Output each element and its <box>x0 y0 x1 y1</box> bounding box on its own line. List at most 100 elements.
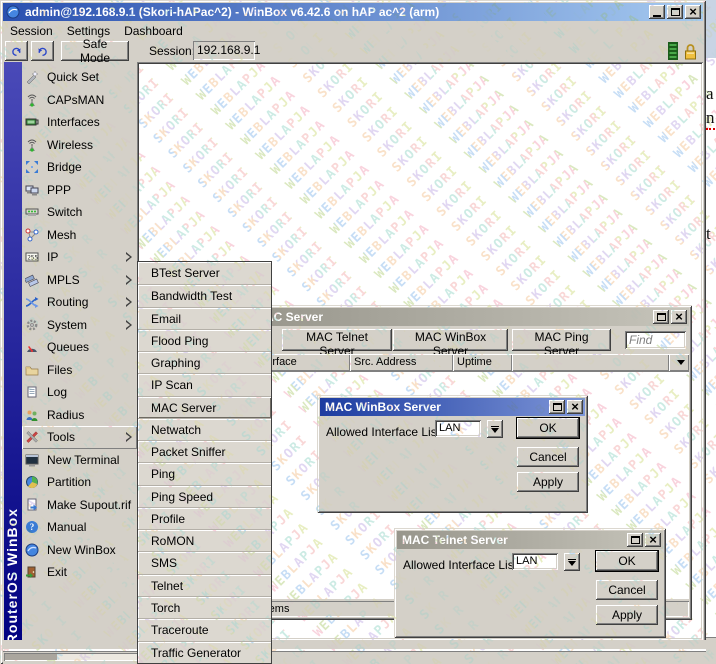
submenu-item-telnet[interactable]: Telnet <box>138 574 271 596</box>
submenu-item-ip-scan[interactable]: IP Scan <box>138 373 271 395</box>
submenu-item-graphing[interactable]: Graphing <box>138 351 271 373</box>
sidebar-item-ppp[interactable]: PPP <box>22 179 137 202</box>
sidebar-item-bridge[interactable]: Bridge <box>22 156 137 179</box>
cancel-button[interactable]: Cancel <box>517 447 579 467</box>
submenu-item-torch[interactable]: Torch <box>138 596 271 618</box>
allowed-interface-list-label: Allowed Interface List: <box>403 558 520 572</box>
winbox-icon <box>25 543 39 557</box>
files-icon <box>25 363 39 377</box>
submenu-item-bandwidth-test[interactable]: Bandwidth Test <box>138 284 271 306</box>
sidebar-item-switch[interactable]: Switch <box>22 201 137 224</box>
background-window-strip: a n t <box>706 0 716 664</box>
close-button[interactable]: × <box>645 533 661 547</box>
column-header-uptime[interactable]: Uptime <box>453 354 512 371</box>
mac-server-titlebar[interactable]: MAC Server × <box>250 308 689 326</box>
session-field[interactable]: 192.168.9.1 <box>193 41 255 60</box>
column-select-dropdown[interactable] <box>669 354 689 371</box>
allowed-interface-list-value[interactable]: LAN <box>512 553 558 570</box>
close-button[interactable]: × <box>567 400 583 414</box>
cancel-button[interactable]: Cancel <box>596 580 658 600</box>
ok-button[interactable]: OK <box>517 418 579 438</box>
submenu-item-romon[interactable]: RoMON <box>138 529 271 551</box>
submenu-item-sms[interactable]: SMS <box>138 551 271 573</box>
sidebar-item-label: Switch <box>47 205 82 219</box>
sidebar-item-wireless[interactable]: Wireless <box>22 134 137 157</box>
minimize-button[interactable] <box>649 5 665 19</box>
submenu-item-ping-speed[interactable]: Ping Speed <box>138 485 271 507</box>
sidebar-item-make-supout-rif[interactable]: Make Supout.rif <box>22 494 137 517</box>
sidebar-item-system[interactable]: System <box>22 314 137 337</box>
submenu-item-flood-ping[interactable]: Flood Ping <box>138 329 271 351</box>
safe-mode-button[interactable]: Safe Mode <box>61 41 129 61</box>
sidebar-item-routing[interactable]: Routing <box>22 291 137 314</box>
mpls-icon <box>25 273 39 287</box>
dialog-titlebar[interactable]: MAC Telnet Server × <box>397 531 663 549</box>
allowed-interface-list-dropdown[interactable] <box>564 553 580 571</box>
sidebar-item-quick-set[interactable]: Quick Set <box>22 66 137 89</box>
column-header-src-address[interactable]: Src. Address <box>350 354 453 371</box>
sidebar-item-tools[interactable]: Tools <box>22 426 137 449</box>
submenu-item-mac-server[interactable]: MAC Server <box>138 396 271 418</box>
sidebar-item-new-winbox[interactable]: New WinBox <box>22 539 137 562</box>
system-icon <box>25 318 39 332</box>
sidebar-item-label: Tools <box>47 430 75 444</box>
sidebar-item-label: Exit <box>47 565 67 579</box>
sidebar-horizontal-scrollbar[interactable] <box>4 653 138 661</box>
maximize-button[interactable] <box>667 5 683 19</box>
sidebar-item-mesh[interactable]: Mesh <box>22 224 137 247</box>
mac-winbox-server-button[interactable]: MAC WinBox Server <box>393 329 508 351</box>
dialog-titlebar[interactable]: MAC WinBox Server × <box>320 398 585 416</box>
menu-dashboard[interactable]: Dashboard <box>117 21 190 40</box>
tools-icon <box>25 430 39 444</box>
sidebar-item-log[interactable]: Log <box>22 381 137 404</box>
submenu-item-traffic-generator[interactable]: Traffic Generator <box>138 641 271 663</box>
submenu-item-packet-sniffer[interactable]: Packet Sniffer <box>138 440 271 462</box>
maximize-button[interactable] <box>627 533 643 547</box>
submenu-item-btest-server[interactable]: BTest Server <box>138 262 271 284</box>
background-text-fragment: n <box>706 108 715 130</box>
antenna-icon <box>25 93 39 107</box>
sidebar-item-radius[interactable]: Radius <box>22 404 137 427</box>
sidebar-item-manual[interactable]: ?Manual <box>22 516 137 539</box>
ok-button[interactable]: OK <box>596 551 658 571</box>
sidebar-item-exit[interactable]: Exit <box>22 561 137 584</box>
sidebar-item-label: MPLS <box>47 273 80 287</box>
apply-button[interactable]: Apply <box>596 605 658 625</box>
dialog-title: MAC Telnet Server <box>402 533 508 547</box>
submenu-item-profile[interactable]: Profile <box>138 507 271 529</box>
mac-ping-server-button[interactable]: MAC Ping Server <box>512 329 611 351</box>
allowed-interface-list-value[interactable]: LAN <box>435 420 481 437</box>
sidebar-item-label: Make Supout.rif <box>47 498 131 512</box>
maximize-button[interactable] <box>653 310 669 324</box>
sidebar-item-mpls[interactable]: MPLS <box>22 269 137 292</box>
mac-telnet-server-button[interactable]: MAC Telnet Server <box>282 329 392 351</box>
wand-icon <box>25 70 39 84</box>
dropdown-icon <box>568 559 576 560</box>
sidebar-item-capsman[interactable]: CAPsMAN <box>22 89 137 112</box>
allowed-interface-list-dropdown[interactable] <box>487 420 503 438</box>
submenu-item-ping[interactable]: Ping <box>138 462 271 484</box>
submenu-item-traceroute[interactable]: Traceroute <box>138 618 271 640</box>
menu-session[interactable]: Session <box>3 21 60 40</box>
submenu-item-netwatch[interactable]: Netwatch <box>138 418 271 440</box>
main-titlebar[interactable]: admin@192.168.9.1 (Skori-hAPac^2) - WinB… <box>3 3 703 21</box>
supout-icon <box>25 498 39 512</box>
close-icon: × <box>689 6 697 18</box>
close-icon: × <box>649 534 657 546</box>
scrollbar-thumb[interactable] <box>5 654 57 660</box>
sidebar-item-ip[interactable]: 255IP <box>22 246 137 269</box>
sidebar-item-partition[interactable]: Partition <box>22 471 137 494</box>
redo-button[interactable] <box>31 41 54 61</box>
maximize-button[interactable] <box>549 400 565 414</box>
apply-button[interactable]: Apply <box>517 472 579 492</box>
submenu-item-email[interactable]: Email <box>138 307 271 329</box>
close-button[interactable]: × <box>685 5 701 19</box>
sidebar-item-new-terminal[interactable]: New Terminal <box>22 449 137 472</box>
session-label: Session: <box>149 44 195 58</box>
sidebar-item-queues[interactable]: Queues <box>22 336 137 359</box>
close-button[interactable]: × <box>671 310 687 324</box>
sidebar-item-files[interactable]: Files <box>22 359 137 382</box>
sidebar-item-interfaces[interactable]: Interfaces <box>22 111 137 134</box>
find-input[interactable] <box>625 331 686 349</box>
undo-button[interactable] <box>5 41 28 61</box>
